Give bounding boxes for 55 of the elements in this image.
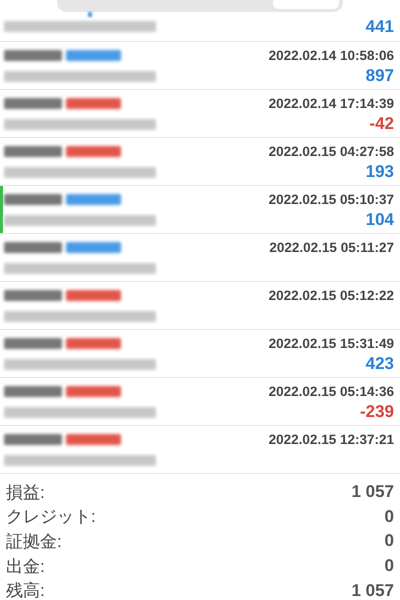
trade-time: 2022.02.15 04:27:58: [268, 144, 394, 158]
trade-time: 2022.02.15 12:37:21: [268, 432, 394, 446]
profit-value: -239: [360, 402, 394, 422]
blurred-text: [66, 434, 121, 444]
blurred-text: [66, 98, 121, 108]
total-label: クレジット:: [6, 506, 96, 528]
profit-value: 104: [366, 210, 394, 230]
blurred-text: [4, 146, 62, 156]
trade-time: 2022.02.14 17:14:39: [268, 96, 394, 110]
blurred-text: [66, 242, 121, 252]
trade-row[interactable]: 2022.02.15 15:31:49 423: [0, 330, 400, 378]
trade-row[interactable]: 2022.02.15 05:14:36 -239: [0, 378, 400, 426]
blurred-text: [66, 50, 121, 60]
blurred-text: [4, 98, 62, 108]
total-label: 残高:: [6, 580, 45, 600]
trade-row[interactable]: 2022.02.15 05:11:27: [0, 234, 400, 282]
toolbar-button[interactable]: [273, 0, 339, 9]
blurred-text: [4, 242, 62, 252]
blurred-text: [4, 434, 62, 444]
trade-row[interactable]: 2022.02.15 05:10:37 104: [0, 186, 400, 234]
profit-value: 193: [366, 162, 394, 182]
total-value: 0: [384, 531, 394, 552]
blurred-text: [66, 386, 121, 396]
trade-time: 2022.02.15 05:11:27: [269, 240, 394, 254]
profit-value: -42: [369, 114, 394, 134]
trade-time: 2022.02.15 05:14:36: [268, 384, 394, 398]
trade-row[interactable]: 2022.02.14 10:58:06 897: [0, 42, 400, 90]
blurred-text: [66, 338, 121, 348]
trade-time: 2022.02.14 10:58:06: [268, 48, 394, 62]
blurred-text: [66, 290, 121, 300]
profit-value: 423: [366, 354, 394, 374]
blurred-text: [88, 12, 92, 17]
blurred-text: [4, 338, 62, 348]
profit-value: 897: [366, 66, 394, 86]
blurred-text: [4, 290, 62, 300]
trade-time: 2022.02.15 15:31:49: [268, 336, 394, 350]
blurred-text: [4, 386, 62, 396]
total-label: 証拠金:: [6, 530, 62, 553]
trade-time: 2022.02.15 05:10:37: [268, 192, 394, 206]
trade-row[interactable]: 2022.02.14 17:14:39 -42: [0, 90, 400, 138]
blurred-text: [66, 194, 121, 204]
total-label: 出金:: [6, 556, 45, 578]
total-value: 1 057: [351, 482, 394, 502]
trade-row[interactable]: 441: [0, 12, 400, 42]
trade-time: 2022.02.15 05:12:22: [268, 288, 394, 302]
profit-value: 441: [366, 16, 394, 36]
total-label: 損益:: [6, 482, 45, 504]
total-value: 1 057: [351, 580, 394, 600]
blurred-text: [4, 194, 62, 204]
total-value: 0: [384, 506, 394, 527]
blurred-text: [66, 146, 121, 156]
total-value: 0: [384, 556, 394, 576]
trade-row[interactable]: 2022.02.15 12:37:21: [0, 426, 400, 474]
trade-row[interactable]: 2022.02.15 05:12:22: [0, 282, 400, 330]
blurred-text: [4, 50, 62, 60]
